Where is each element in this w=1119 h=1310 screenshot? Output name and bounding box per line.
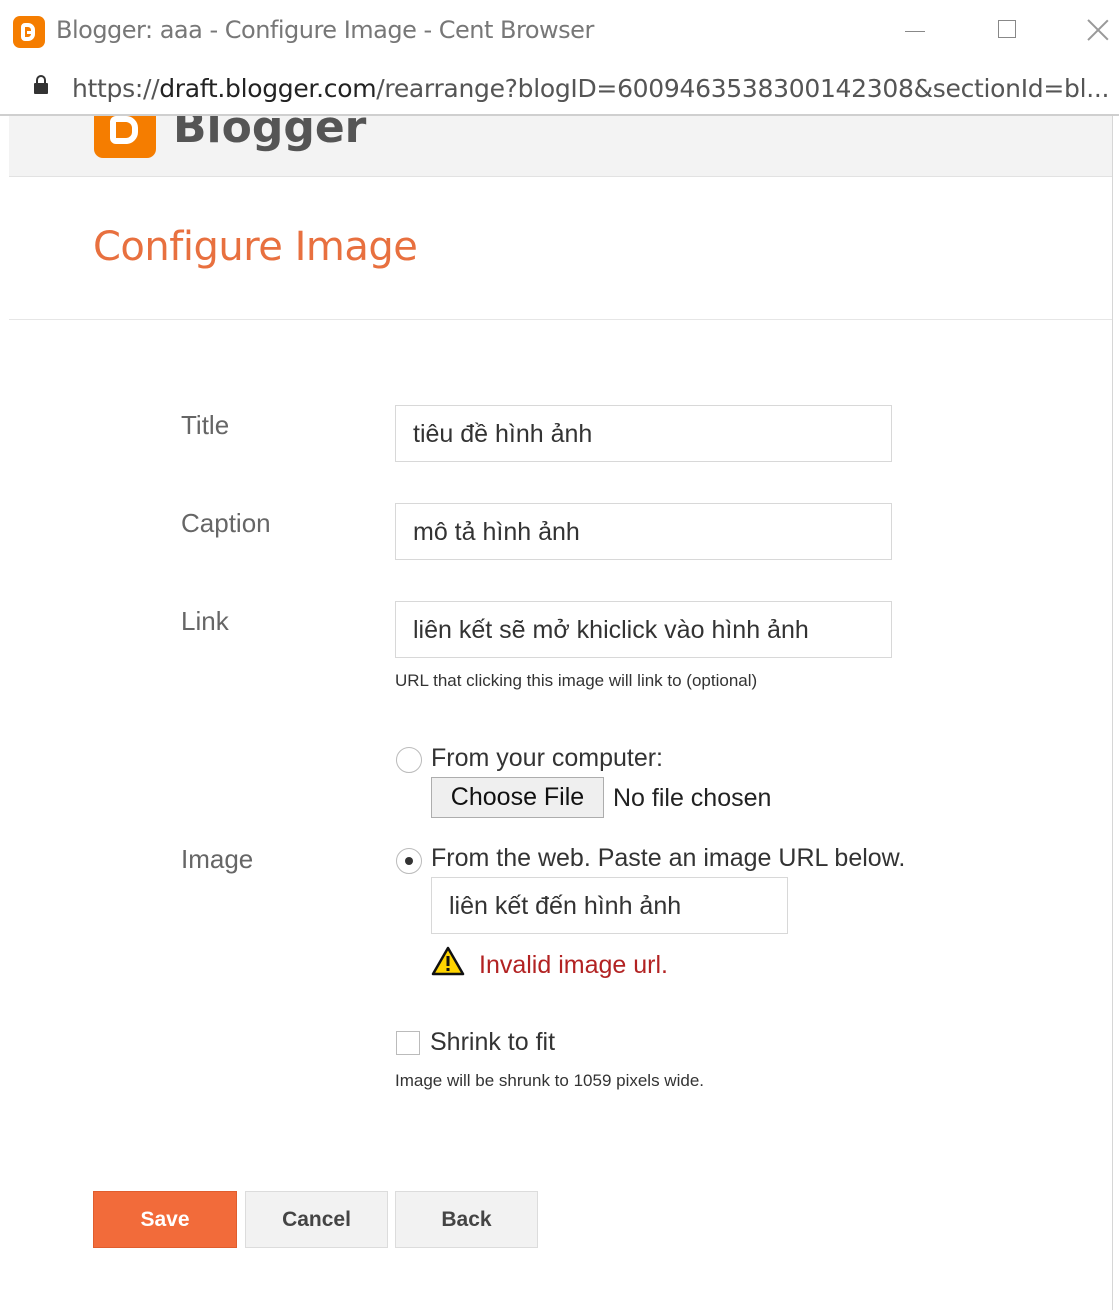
back-button[interactable]: Back	[395, 1191, 538, 1248]
maximize-icon[interactable]	[989, 14, 1025, 48]
close-icon[interactable]	[1080, 14, 1116, 48]
choose-file-button[interactable]: Choose File	[431, 777, 604, 818]
shrink-to-fit-checkbox[interactable]	[396, 1031, 420, 1055]
caption-input-value: mô tả hình ảnh	[413, 518, 580, 546]
divider	[9, 319, 1112, 320]
shrink-hint: Image will be shrunk to 1059 pixels wide…	[395, 1071, 704, 1090]
warning-icon	[431, 946, 465, 976]
from-web-label: From the web. Paste an image URL below.	[431, 844, 906, 872]
link-input-value: liên kết sẽ mở khiclick vào hình ảnh	[413, 616, 809, 644]
image-url-value: liên kết đến hình ảnh	[449, 892, 682, 920]
url-scheme: https://	[72, 74, 160, 103]
error-message: Invalid image url.	[479, 951, 668, 979]
url-domain: draft.blogger.com	[159, 74, 377, 103]
window-titlebar: Blogger: aaa - Configure Image - Cent Br…	[0, 0, 1119, 60]
blogger-logo-icon	[94, 116, 156, 158]
blogger-header: Blogger	[9, 116, 1112, 177]
file-status: No file chosen	[613, 784, 772, 812]
caption-label: Caption	[181, 508, 271, 538]
blogger-app-icon	[13, 16, 45, 48]
url-text[interactable]: https://draft.blogger.com/rearrange?blog…	[72, 74, 1109, 103]
blogger-brand: Blogger	[173, 116, 367, 153]
panel-border	[1112, 116, 1113, 1310]
lock-icon[interactable]	[34, 75, 48, 94]
image-label: Image	[181, 844, 254, 874]
title-label: Title	[181, 410, 230, 440]
url-path: /rearrange?blogID=6009463538300142308&se…	[376, 74, 1110, 103]
link-input[interactable]: liên kết sẽ mở khiclick vào hình ảnh	[395, 601, 892, 658]
from-computer-label: From your computer:	[431, 744, 664, 772]
caption-input[interactable]: mô tả hình ảnh	[395, 503, 892, 560]
save-button[interactable]: Save	[93, 1191, 237, 1248]
title-input[interactable]: tiêu đề hình ảnh	[395, 405, 892, 462]
window-title: Blogger: aaa - Configure Image - Cent Br…	[56, 16, 594, 44]
shrink-to-fit-label[interactable]: Shrink to fit	[430, 1028, 555, 1057]
from-web-radio[interactable]	[396, 848, 422, 874]
cancel-button[interactable]: Cancel	[245, 1191, 388, 1248]
title-input-value: tiêu đề hình ảnh	[413, 420, 593, 448]
link-label: Link	[181, 606, 229, 636]
minimize-icon[interactable]	[897, 14, 933, 48]
from-computer-radio[interactable]	[396, 747, 422, 773]
image-url-input[interactable]: liên kết đến hình ảnh	[431, 877, 788, 934]
page-title: Configure Image	[93, 224, 418, 270]
link-hint: URL that clicking this image will link t…	[395, 671, 758, 690]
